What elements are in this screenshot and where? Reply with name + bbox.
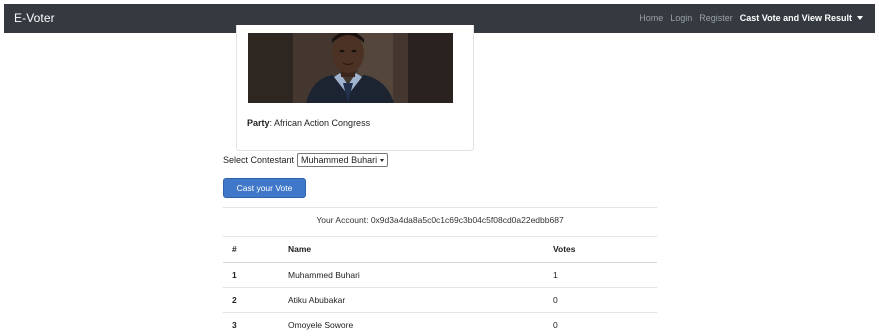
party-value: : African Action Congress bbox=[269, 118, 371, 128]
party-label: Party bbox=[247, 118, 270, 128]
row-index: 3 bbox=[232, 320, 237, 330]
contestant-select-value: Muhammed Buhari bbox=[301, 155, 378, 165]
table-header-divider bbox=[223, 262, 657, 263]
col-header-name: Name bbox=[288, 244, 312, 254]
row-votes: 0 bbox=[553, 320, 558, 330]
candidate-card: Party: African Action Congress bbox=[236, 25, 474, 151]
app-frame: E-Voter Home Login Register Cast Vote an… bbox=[0, 0, 879, 336]
row-votes: 1 bbox=[553, 270, 558, 280]
nav-home-link[interactable]: Home bbox=[639, 13, 663, 23]
table-row-divider bbox=[223, 312, 657, 313]
divider bbox=[223, 236, 657, 237]
nav-cast-vote-dropdown[interactable]: Cast Vote and View Result bbox=[740, 13, 863, 23]
caret-down-icon bbox=[857, 16, 863, 20]
row-index: 1 bbox=[232, 270, 237, 280]
divider bbox=[223, 207, 657, 208]
col-header-votes: Votes bbox=[553, 244, 576, 254]
select-caret-icon bbox=[380, 158, 385, 162]
col-header-index: # bbox=[232, 244, 237, 254]
row-name: Omoyele Sowore bbox=[288, 320, 354, 330]
account-address: Your Account: 0x9d3a4da8a5c0c1c69c3b04c5… bbox=[316, 215, 564, 225]
row-name: Atiku Abubakar bbox=[288, 295, 346, 305]
candidate-photo bbox=[248, 33, 453, 103]
nav-login-link[interactable]: Login bbox=[670, 13, 692, 23]
cast-vote-button[interactable]: Cast your Vote bbox=[223, 178, 306, 198]
nav-register-link[interactable]: Register bbox=[699, 13, 733, 23]
contestant-select-row: Select Contestant Muhammed Buhari bbox=[223, 153, 389, 167]
row-name: Muhammed Buhari bbox=[288, 270, 360, 280]
brand-logo[interactable]: E-Voter bbox=[14, 11, 55, 25]
candidate-portrait-image bbox=[248, 33, 453, 103]
party-info: Party: African Action Congress bbox=[247, 118, 370, 128]
row-index: 2 bbox=[232, 295, 237, 305]
select-contestant-label: Select Contestant bbox=[223, 155, 295, 165]
nav-cast-vote-label: Cast Vote and View Result bbox=[739, 13, 852, 23]
contestant-select[interactable]: Muhammed Buhari bbox=[297, 153, 389, 167]
nav-links: Home Login Register Cast Vote and View R… bbox=[639, 13, 863, 23]
row-votes: 0 bbox=[553, 295, 558, 305]
table-row-divider bbox=[223, 287, 657, 288]
